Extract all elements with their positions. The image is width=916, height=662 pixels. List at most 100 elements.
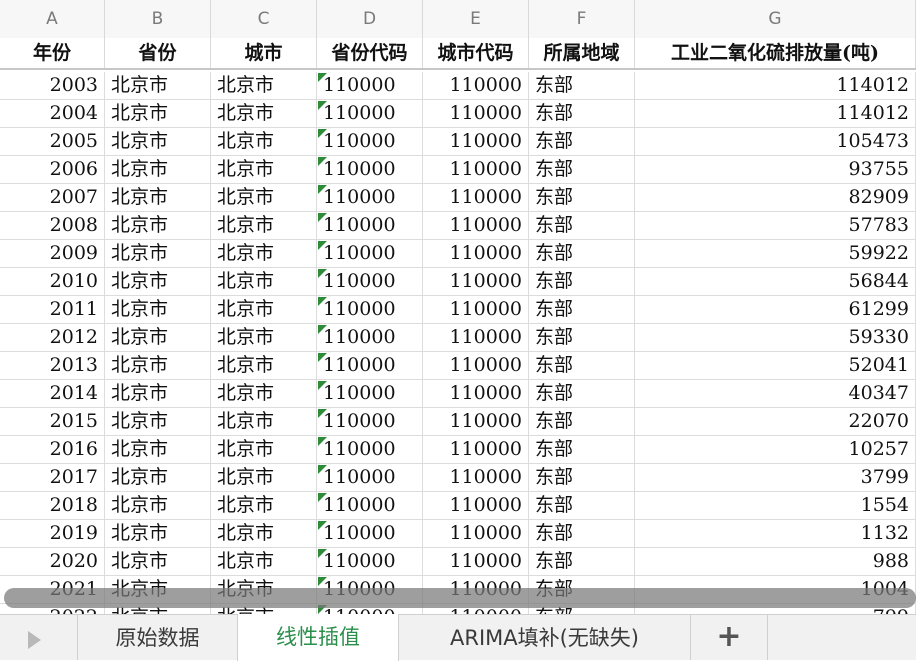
- cell-city-code[interactable]: 110000: [423, 296, 529, 323]
- cell-region[interactable]: 东部: [529, 100, 635, 127]
- cell-province[interactable]: 北京市: [105, 380, 211, 407]
- cell-year[interactable]: 2017: [0, 464, 105, 491]
- cell-so2-emission[interactable]: 59330: [635, 324, 916, 351]
- cell-year[interactable]: 2007: [0, 184, 105, 211]
- tab-linear-interpolation[interactable]: 线性插值: [237, 614, 399, 661]
- cell-region[interactable]: 东部: [529, 380, 635, 407]
- cell-so2-emission[interactable]: 61299: [635, 296, 916, 323]
- cell-region[interactable]: 东部: [529, 240, 635, 267]
- cell-so2-emission[interactable]: 1554: [635, 492, 916, 519]
- cell-city[interactable]: 北京市: [211, 380, 317, 407]
- cell-city[interactable]: 北京市: [211, 184, 317, 211]
- cell-province-code[interactable]: 110000: [317, 128, 423, 155]
- cell-city-code[interactable]: 110000: [423, 408, 529, 435]
- cell-province-code[interactable]: 110000: [317, 548, 423, 575]
- cell-region[interactable]: 东部: [529, 436, 635, 463]
- cell-province[interactable]: 北京市: [105, 464, 211, 491]
- column-header-e[interactable]: E: [423, 0, 529, 38]
- cell-so2-emission[interactable]: 988: [635, 548, 916, 575]
- cell-province[interactable]: 北京市: [105, 436, 211, 463]
- cell-city[interactable]: 北京市: [211, 408, 317, 435]
- cell-so2-emission[interactable]: 114012: [635, 100, 916, 127]
- cell-year[interactable]: 2013: [0, 352, 105, 379]
- cell-province[interactable]: 北京市: [105, 408, 211, 435]
- cell-year[interactable]: 2012: [0, 324, 105, 351]
- cell-city-code[interactable]: 110000: [423, 128, 529, 155]
- horizontal-scrollbar[interactable]: [4, 588, 916, 608]
- cell-city[interactable]: 北京市: [211, 324, 317, 351]
- cell-city-code[interactable]: 110000: [423, 324, 529, 351]
- cell-city-code[interactable]: 110000: [423, 212, 529, 239]
- cell-year[interactable]: 2015: [0, 408, 105, 435]
- cell-so2-emission[interactable]: 59922: [635, 240, 916, 267]
- field-header-year[interactable]: 年份: [0, 38, 105, 68]
- cell-province-code[interactable]: 110000: [317, 156, 423, 183]
- cell-region[interactable]: 东部: [529, 184, 635, 211]
- cell-province-code[interactable]: 110000: [317, 436, 423, 463]
- cell-so2-emission[interactable]: 22070: [635, 408, 916, 435]
- cell-region[interactable]: 东部: [529, 408, 635, 435]
- cell-province[interactable]: 北京市: [105, 156, 211, 183]
- cell-region[interactable]: 东部: [529, 212, 635, 239]
- cell-province-code[interactable]: 110000: [317, 520, 423, 547]
- cell-city-code[interactable]: 110000: [423, 156, 529, 183]
- cell-so2-emission[interactable]: 105473: [635, 128, 916, 155]
- cell-city-code[interactable]: 110000: [423, 100, 529, 127]
- cell-year[interactable]: 2003: [0, 72, 105, 99]
- cell-city-code[interactable]: 110000: [423, 268, 529, 295]
- cell-region[interactable]: 东部: [529, 268, 635, 295]
- cell-region[interactable]: 东部: [529, 548, 635, 575]
- cell-so2-emission[interactable]: 52041: [635, 352, 916, 379]
- cell-year[interactable]: 2008: [0, 212, 105, 239]
- cell-city[interactable]: 北京市: [211, 548, 317, 575]
- cell-province[interactable]: 北京市: [105, 100, 211, 127]
- cell-so2-emission[interactable]: 1132: [635, 520, 916, 547]
- tab-arima-fill[interactable]: ARIMA填补(无缺失): [399, 615, 691, 660]
- column-header-d[interactable]: D: [317, 0, 423, 38]
- cell-province[interactable]: 北京市: [105, 324, 211, 351]
- field-header-city-code[interactable]: 城市代码: [423, 38, 529, 68]
- cell-province-code[interactable]: 110000: [317, 380, 423, 407]
- cell-so2-emission[interactable]: 10257: [635, 436, 916, 463]
- cell-province-code[interactable]: 110000: [317, 72, 423, 99]
- cell-province-code[interactable]: 110000: [317, 464, 423, 491]
- cell-city[interactable]: 北京市: [211, 128, 317, 155]
- column-header-g[interactable]: G: [635, 0, 916, 38]
- cell-year[interactable]: 2005: [0, 128, 105, 155]
- cell-city[interactable]: 北京市: [211, 352, 317, 379]
- cell-year[interactable]: 2020: [0, 548, 105, 575]
- cell-city-code[interactable]: 110000: [423, 464, 529, 491]
- cell-city[interactable]: 北京市: [211, 520, 317, 547]
- cell-city-code[interactable]: 110000: [423, 240, 529, 267]
- cell-region[interactable]: 东部: [529, 72, 635, 99]
- column-header-a[interactable]: A: [0, 0, 105, 38]
- cell-city[interactable]: 北京市: [211, 72, 317, 99]
- cell-province-code[interactable]: 110000: [317, 184, 423, 211]
- tab-original-data[interactable]: 原始数据: [78, 615, 238, 660]
- cell-city[interactable]: 北京市: [211, 492, 317, 519]
- cell-city-code[interactable]: 110000: [423, 548, 529, 575]
- cell-so2-emission[interactable]: 40347: [635, 380, 916, 407]
- field-header-region[interactable]: 所属地域: [529, 38, 635, 68]
- cell-province[interactable]: 北京市: [105, 212, 211, 239]
- cell-city-code[interactable]: 110000: [423, 492, 529, 519]
- cell-year[interactable]: 2010: [0, 268, 105, 295]
- cell-so2-emission[interactable]: 93755: [635, 156, 916, 183]
- cell-city[interactable]: 北京市: [211, 268, 317, 295]
- cell-city[interactable]: 北京市: [211, 100, 317, 127]
- cell-so2-emission[interactable]: 114012: [635, 72, 916, 99]
- cell-province[interactable]: 北京市: [105, 128, 211, 155]
- cell-year[interactable]: 2016: [0, 436, 105, 463]
- cell-province-code[interactable]: 110000: [317, 100, 423, 127]
- cell-region[interactable]: 东部: [529, 492, 635, 519]
- cell-region[interactable]: 东部: [529, 296, 635, 323]
- cell-so2-emission[interactable]: 57783: [635, 212, 916, 239]
- column-header-b[interactable]: B: [105, 0, 211, 38]
- cell-year[interactable]: 2006: [0, 156, 105, 183]
- cell-province[interactable]: 北京市: [105, 268, 211, 295]
- cell-province[interactable]: 北京市: [105, 548, 211, 575]
- tab-scroll-button[interactable]: [0, 615, 78, 660]
- cell-city[interactable]: 北京市: [211, 240, 317, 267]
- cell-city-code[interactable]: 110000: [423, 184, 529, 211]
- cell-city[interactable]: 北京市: [211, 156, 317, 183]
